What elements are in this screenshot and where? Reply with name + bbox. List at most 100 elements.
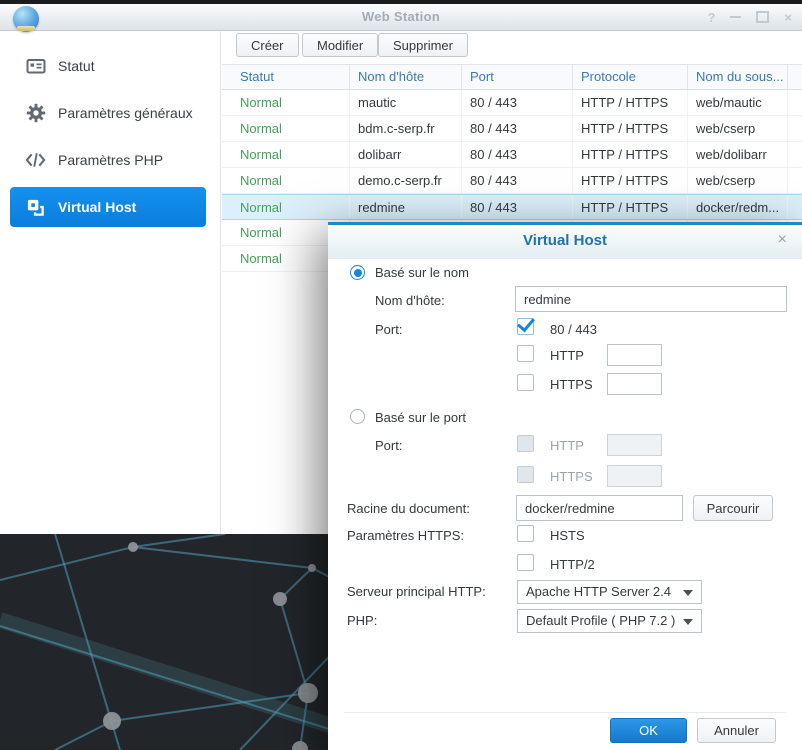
cell-host: redmine (350, 195, 462, 219)
dialog-footer-divider (344, 712, 786, 713)
create-button[interactable]: Créer (236, 33, 299, 57)
cell-host: bdm.c-serp.fr (350, 116, 462, 141)
window-title: Web Station (361, 9, 441, 24)
cell-protocol: HTTP / HTTPS (573, 195, 688, 219)
https-port-input[interactable] (607, 373, 662, 395)
column-header-port[interactable]: Port (462, 65, 573, 89)
desktop-screen: Web Station ? × Statut Paramètres généra… (0, 0, 802, 750)
backend-server-label: Serveur principal HTTP: (347, 584, 486, 599)
dropdown-arrow-icon (683, 590, 693, 596)
name-based-radio[interactable] (350, 265, 365, 280)
dialog-title: Virtual Host (523, 232, 607, 249)
hsts-checkbox[interactable] (517, 525, 534, 542)
web-station-app-icon (13, 6, 39, 32)
cell-status: Normal (222, 168, 350, 193)
ok-button[interactable]: OK (610, 718, 687, 743)
table-row[interactable]: Normal bdm.c-serp.fr 80 / 443 HTTP / HTT… (222, 116, 802, 142)
cell-folder: web/cserp (688, 168, 788, 193)
cell-port: 80 / 443 (462, 168, 573, 193)
virtual-host-icon (25, 197, 46, 218)
table-row-selected[interactable]: Normal redmine 80 / 443 HTTP / HTTPS doc… (222, 194, 802, 220)
browse-button[interactable]: Parcourir (693, 495, 773, 521)
http-checkbox-label[interactable]: HTTP (550, 348, 584, 363)
sidebar-item-parametres-php[interactable]: Paramètres PHP (0, 136, 220, 183)
port-label-2: Port: (375, 438, 403, 453)
host-name-input[interactable] (515, 286, 787, 312)
cell-status: Normal (222, 195, 350, 219)
https-checkbox[interactable] (517, 374, 534, 391)
column-header-statut[interactable]: Statut (222, 65, 350, 89)
column-header-nom-du-sous[interactable]: Nom du sous... (688, 65, 788, 89)
cancel-button[interactable]: Annuler (697, 718, 776, 743)
delete-button[interactable]: Supprimer (378, 33, 468, 57)
table-row[interactable]: Normal dolibarr 80 / 443 HTTP / HTTPS we… (222, 142, 802, 168)
dialog-header: Virtual Host × (328, 225, 802, 259)
cell-port: 80 / 443 (462, 90, 573, 115)
sidebar-item-parametres-generaux[interactable]: Paramètres généraux (0, 89, 220, 136)
gear-icon (25, 102, 46, 123)
column-header-protocole[interactable]: Protocole (573, 65, 688, 89)
php-profile-value: Default Profile ( PHP 7.2 ) (526, 613, 676, 628)
checkmark-icon (517, 313, 535, 333)
window-titlebar[interactable]: Web Station ? × (0, 4, 802, 31)
sidebar-item-label: Virtual Host (58, 199, 137, 215)
php-profile-select[interactable]: Default Profile ( PHP 7.2 ) (517, 609, 702, 633)
screen-top-edge (0, 0, 802, 4)
cell-folder: web/mautic (688, 90, 788, 115)
https-checkbox-disabled (517, 466, 534, 483)
column-header-nom-dhote[interactable]: Nom d'hôte (350, 65, 462, 89)
http-checkbox[interactable] (517, 345, 534, 362)
cell-protocol: HTTP / HTTPS (573, 116, 688, 141)
maximize-icon[interactable] (756, 11, 770, 23)
dialog-close-icon[interactable]: × (778, 232, 787, 248)
close-icon[interactable]: × (784, 11, 792, 24)
cell-host: demo.c-serp.fr (350, 168, 462, 193)
minimize-icon[interactable] (730, 16, 742, 18)
sidebar: Statut Paramètres généraux Paramètres PH… (0, 30, 221, 534)
host-name-label: Nom d'hôte: (375, 293, 445, 308)
dropdown-arrow-icon (683, 619, 693, 625)
default-port-checkbox-label[interactable]: 80 / 443 (550, 322, 597, 337)
document-root-input[interactable] (516, 495, 683, 521)
https-checkbox-label[interactable]: HTTPS (550, 377, 593, 392)
virtual-host-dialog: Virtual Host × Basé sur le nom Nom d'hôt… (328, 222, 802, 750)
cell-host: dolibarr (350, 142, 462, 167)
name-based-radio-label[interactable]: Basé sur le nom (375, 265, 469, 280)
cell-folder: docker/redm... (688, 195, 788, 219)
edit-button[interactable]: Modifier (302, 33, 379, 57)
sidebar-item-statut[interactable]: Statut (0, 42, 220, 89)
status-card-icon (25, 55, 46, 76)
https-checkbox-disabled-label: HTTPS (550, 469, 593, 484)
sidebar-item-label: Statut (58, 57, 95, 74)
backend-server-select[interactable]: Apache HTTP Server 2.4 (517, 580, 702, 604)
window-controls: ? × (707, 4, 792, 30)
column-header-filler (788, 65, 802, 89)
http2-checkbox-label[interactable]: HTTP/2 (550, 557, 595, 572)
default-port-checkbox[interactable] (517, 313, 535, 335)
hsts-checkbox-label[interactable]: HSTS (550, 528, 585, 543)
https-port-input-disabled (607, 465, 662, 487)
cell-protocol: HTTP / HTTPS (573, 142, 688, 167)
port-based-radio-label[interactable]: Basé sur le port (375, 410, 466, 425)
sidebar-item-virtual-host[interactable]: Virtual Host (10, 187, 206, 227)
code-icon (25, 149, 46, 170)
cell-folder: web/dolibarr (688, 142, 788, 167)
table-row[interactable]: Normal demo.c-serp.fr 80 / 443 HTTP / HT… (222, 168, 802, 194)
cell-status: Normal (222, 116, 350, 141)
table-row[interactable]: Normal mautic 80 / 443 HTTP / HTTPS web/… (222, 90, 802, 116)
cell-folder: web/cserp (688, 116, 788, 141)
http-port-input[interactable] (607, 344, 662, 366)
cell-protocol: HTTP / HTTPS (573, 168, 688, 193)
toolbar: Créer Modifier Supprimer (222, 30, 802, 64)
http-port-input-disabled (607, 434, 662, 456)
sidebar-item-label: Paramètres généraux (58, 104, 193, 121)
cell-host: mautic (350, 90, 462, 115)
document-root-label: Racine du document: (347, 501, 470, 516)
cell-port: 80 / 443 (462, 142, 573, 167)
http2-checkbox[interactable] (517, 554, 534, 571)
cell-protocol: HTTP / HTTPS (573, 90, 688, 115)
table-header: Statut Nom d'hôte Port Protocole Nom du … (222, 64, 802, 90)
http-checkbox-disabled-label: HTTP (550, 438, 584, 453)
help-icon[interactable]: ? (707, 11, 715, 24)
port-based-radio[interactable] (350, 409, 365, 424)
